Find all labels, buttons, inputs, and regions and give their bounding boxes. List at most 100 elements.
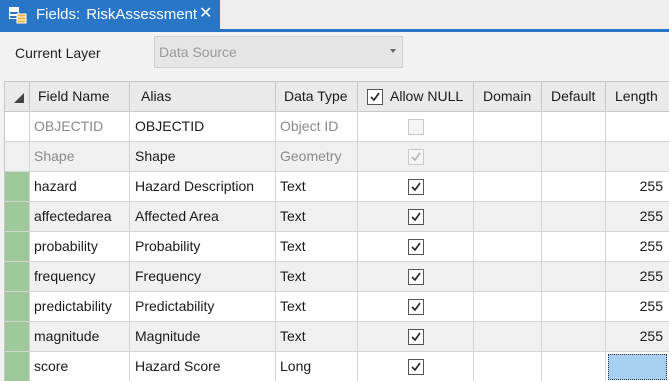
table-row[interactable]: magnitude Magnitude Text 255 — [5, 322, 669, 352]
table-row[interactable]: predictability Predictability Text 255 — [5, 292, 669, 322]
domain-cell[interactable] — [474, 262, 542, 292]
allow-null-cell[interactable] — [358, 292, 474, 322]
length-cell[interactable] — [606, 142, 669, 172]
col-allow-null[interactable]: Allow NULL — [358, 82, 474, 112]
alias-cell[interactable]: Probability — [130, 232, 276, 262]
field-name-cell[interactable]: predictability — [30, 292, 130, 322]
table-row[interactable]: probability Probability Text 255 — [5, 232, 669, 262]
domain-cell[interactable] — [474, 172, 542, 202]
field-name-cell[interactable]: frequency — [30, 262, 130, 292]
domain-cell[interactable] — [474, 142, 542, 172]
domain-cell[interactable] — [474, 322, 542, 352]
edited-row-marker[interactable] — [5, 232, 30, 262]
data-type-cell[interactable]: Text — [276, 292, 358, 322]
col-data-type[interactable]: Data Type — [276, 82, 358, 112]
length-cell[interactable]: 255 — [606, 262, 669, 292]
edited-row-marker[interactable] — [5, 172, 30, 202]
field-name-cell[interactable]: OBJECTID — [30, 112, 130, 142]
data-type-cell[interactable]: Object ID — [276, 112, 358, 142]
default-cell[interactable] — [542, 292, 606, 322]
field-name-cell[interactable]: magnitude — [30, 322, 130, 352]
allow-null-checkbox[interactable] — [407, 299, 424, 315]
col-domain[interactable]: Domain — [474, 82, 542, 112]
allow-null-checkbox[interactable] — [407, 359, 424, 375]
close-icon[interactable]: ✕ — [199, 5, 212, 23]
alias-cell[interactable]: Predictability — [130, 292, 276, 322]
alias-cell[interactable]: Affected Area — [130, 202, 276, 232]
allow-null-cell[interactable] — [358, 262, 474, 292]
alias-cell[interactable]: Hazard Description — [130, 172, 276, 202]
alias-cell[interactable]: OBJECTID — [130, 112, 276, 142]
tab-fields-riskassessment[interactable]: Fields: RiskAssessment ✕ — [0, 0, 220, 29]
col-alias[interactable]: Alias — [130, 82, 276, 112]
field-name-cell[interactable]: hazard — [30, 172, 130, 202]
edited-row-marker[interactable] — [5, 352, 30, 381]
table-row[interactable]: Shape Shape Geometry — [5, 142, 669, 172]
edited-row-marker[interactable] — [5, 292, 30, 322]
allow-null-cell[interactable] — [358, 232, 474, 262]
allow-null-cell[interactable] — [358, 202, 474, 232]
current-layer-dropdown[interactable]: Data Source — [154, 36, 403, 68]
default-cell[interactable] — [542, 352, 606, 381]
allow-null-checkbox[interactable] — [407, 239, 424, 255]
data-type-cell[interactable]: Text — [276, 262, 358, 292]
default-cell[interactable] — [542, 202, 606, 232]
length-cell[interactable]: 255 — [606, 202, 669, 232]
default-cell[interactable] — [542, 112, 606, 142]
alias-cell[interactable]: Frequency — [130, 262, 276, 292]
default-cell[interactable] — [542, 262, 606, 292]
data-type-cell[interactable]: Text — [276, 322, 358, 352]
col-length[interactable]: Length — [606, 82, 669, 112]
edited-row-marker[interactable] — [5, 262, 30, 292]
allow-null-cell[interactable] — [358, 112, 474, 142]
selected-cell-highlight[interactable] — [608, 354, 667, 380]
length-cell[interactable]: 255 — [606, 232, 669, 262]
allow-null-checkbox[interactable] — [407, 329, 424, 345]
length-cell[interactable]: 255 — [606, 172, 669, 202]
table-row[interactable]: score Hazard Score Long — [5, 352, 669, 381]
data-type-cell[interactable]: Long — [276, 352, 358, 381]
data-type-cell[interactable]: Text — [276, 172, 358, 202]
col-field-name[interactable]: Field Name — [30, 82, 130, 112]
data-type-cell[interactable]: Text — [276, 202, 358, 232]
field-name-cell[interactable]: affectedarea — [30, 202, 130, 232]
allow-null-cell[interactable] — [358, 142, 474, 172]
alias-cell[interactable]: Shape — [130, 142, 276, 172]
allow-null-checkbox[interactable] — [407, 209, 424, 225]
edited-row-marker[interactable] — [5, 322, 30, 352]
domain-cell[interactable] — [474, 352, 542, 381]
data-type-cell[interactable]: Geometry — [276, 142, 358, 172]
allow-null-header-checkbox[interactable] — [367, 89, 383, 105]
field-name-cell[interactable]: Shape — [30, 142, 130, 172]
default-cell[interactable] — [542, 172, 606, 202]
data-type-cell[interactable]: Text — [276, 232, 358, 262]
alias-cell[interactable]: Magnitude — [130, 322, 276, 352]
length-cell[interactable] — [606, 112, 669, 142]
alias-cell[interactable]: Hazard Score — [130, 352, 276, 381]
field-name-cell[interactable]: probability — [30, 232, 130, 262]
length-cell[interactable]: 255 — [606, 292, 669, 322]
allow-null-cell[interactable] — [358, 352, 474, 381]
table-row[interactable]: OBJECTID OBJECTID Object ID — [5, 112, 669, 142]
allow-null-cell[interactable] — [358, 172, 474, 202]
allow-null-checkbox[interactable] — [407, 269, 424, 285]
default-cell[interactable] — [542, 142, 606, 172]
default-cell[interactable] — [542, 232, 606, 262]
col-default[interactable]: Default — [542, 82, 606, 112]
row-header[interactable] — [5, 112, 30, 142]
edited-row-marker[interactable] — [5, 202, 30, 232]
default-cell[interactable] — [542, 322, 606, 352]
domain-cell[interactable] — [474, 232, 542, 262]
allow-null-checkbox[interactable] — [407, 179, 424, 195]
table-row[interactable]: frequency Frequency Text 255 — [5, 262, 669, 292]
select-all-corner[interactable] — [5, 82, 30, 112]
row-header[interactable] — [5, 142, 30, 172]
domain-cell[interactable] — [474, 202, 542, 232]
allow-null-cell[interactable] — [358, 322, 474, 352]
field-name-cell[interactable]: score — [30, 352, 130, 381]
domain-cell[interactable] — [474, 112, 542, 142]
domain-cell[interactable] — [474, 292, 542, 322]
table-row[interactable]: hazard Hazard Description Text 255 — [5, 172, 669, 202]
length-cell[interactable]: 255 — [606, 322, 669, 352]
table-row[interactable]: affectedarea Affected Area Text 255 — [5, 202, 669, 232]
